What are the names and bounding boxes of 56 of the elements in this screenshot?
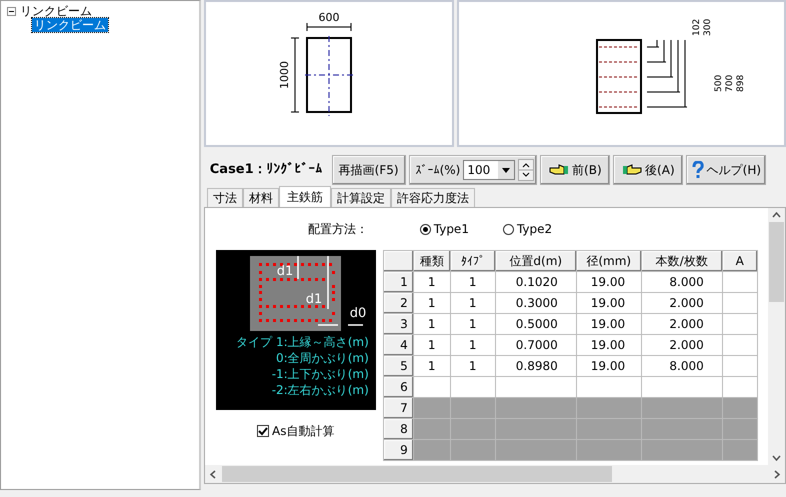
tab[interactable]: 材料 <box>242 188 279 207</box>
question-mark-icon <box>692 161 704 179</box>
legend-text: -1:上下かぶり(m) <box>272 366 369 382</box>
vertical-scrollbar[interactable] <box>768 208 785 465</box>
position-dimension: 898 <box>736 74 746 92</box>
position-dimension: 700 <box>724 74 735 92</box>
column-header: 本数/枚数 <box>641 250 722 272</box>
row-header[interactable]: 3 <box>383 314 414 334</box>
checkbox-label: As自動計算 <box>272 423 334 440</box>
height-dimension: 1000 <box>278 61 291 89</box>
row-header[interactable]: 6 <box>383 376 414 398</box>
tab[interactable]: 許容応力度法 <box>390 188 475 207</box>
dimension-mark: d1 <box>276 264 294 279</box>
position-dimension: 500 <box>714 74 724 92</box>
radio-option[interactable]: Type1 <box>420 220 469 238</box>
tab[interactable]: 計算設定 <box>330 188 391 207</box>
collapse-icon[interactable] <box>7 6 16 16</box>
next-button[interactable]: 後(A) <box>613 155 684 185</box>
row-header[interactable]: 1 <box>383 272 414 292</box>
radio-option[interactable]: Type2 <box>502 220 552 238</box>
position-dimension: 300 <box>702 18 713 36</box>
horizontal-scrollbar[interactable] <box>204 465 785 483</box>
position-dimension: 102 <box>692 18 702 36</box>
case-title: Case1：ﾘﾝｸﾞﾋﾞｰﾑ <box>210 161 323 180</box>
zoom-select[interactable]: 100 <box>463 160 516 180</box>
column-header: 径(mm) <box>576 250 642 272</box>
tab[interactable]: 主鉄筋 <box>278 186 331 207</box>
legend-text: -2:左右かぶり(m) <box>272 382 369 398</box>
tab[interactable]: 寸法 <box>206 188 243 207</box>
redraw-button[interactable]: 再描画(F5) <box>332 155 406 185</box>
checkbox[interactable] <box>257 425 270 437</box>
width-dimension: 600 <box>318 11 340 24</box>
spin-buttons[interactable] <box>518 159 534 181</box>
tree-item[interactable]: リンクビーム <box>32 18 108 32</box>
row-header[interactable]: 2 <box>383 292 414 314</box>
previous-button[interactable]: 前(B) <box>540 155 610 185</box>
row-header[interactable]: 5 <box>383 356 414 376</box>
row-header[interactable]: 4 <box>383 334 414 356</box>
column-header: A <box>722 250 758 272</box>
legend-text: タイプ 1:上縁～高さ(m) <box>236 334 369 350</box>
pointing-hand-icon <box>549 164 570 176</box>
placement-label: 配置方法： <box>308 221 368 238</box>
zoom-label: ｽﾞｰﾑ(%) <box>416 162 460 179</box>
grid-corner <box>383 250 414 272</box>
dimension-mark: d0 <box>349 306 366 321</box>
scroll-up-icon[interactable] <box>772 212 781 218</box>
scroll-down-icon[interactable] <box>772 455 781 461</box>
column-header: 種類 <box>413 250 450 272</box>
pointing-hand-icon <box>622 164 642 176</box>
legend-text: 0:全周かぶり(m) <box>276 350 369 366</box>
dimension-line <box>306 22 352 32</box>
tree-item[interactable]: リンクビーム <box>18 4 94 18</box>
dimension-mark: d1 <box>305 292 322 307</box>
help-button[interactable]: ヘルプ(H) <box>686 155 766 185</box>
column-header: ﾀｲﾌﾟ <box>450 250 496 272</box>
column-header: 位置d(m) <box>495 250 576 272</box>
